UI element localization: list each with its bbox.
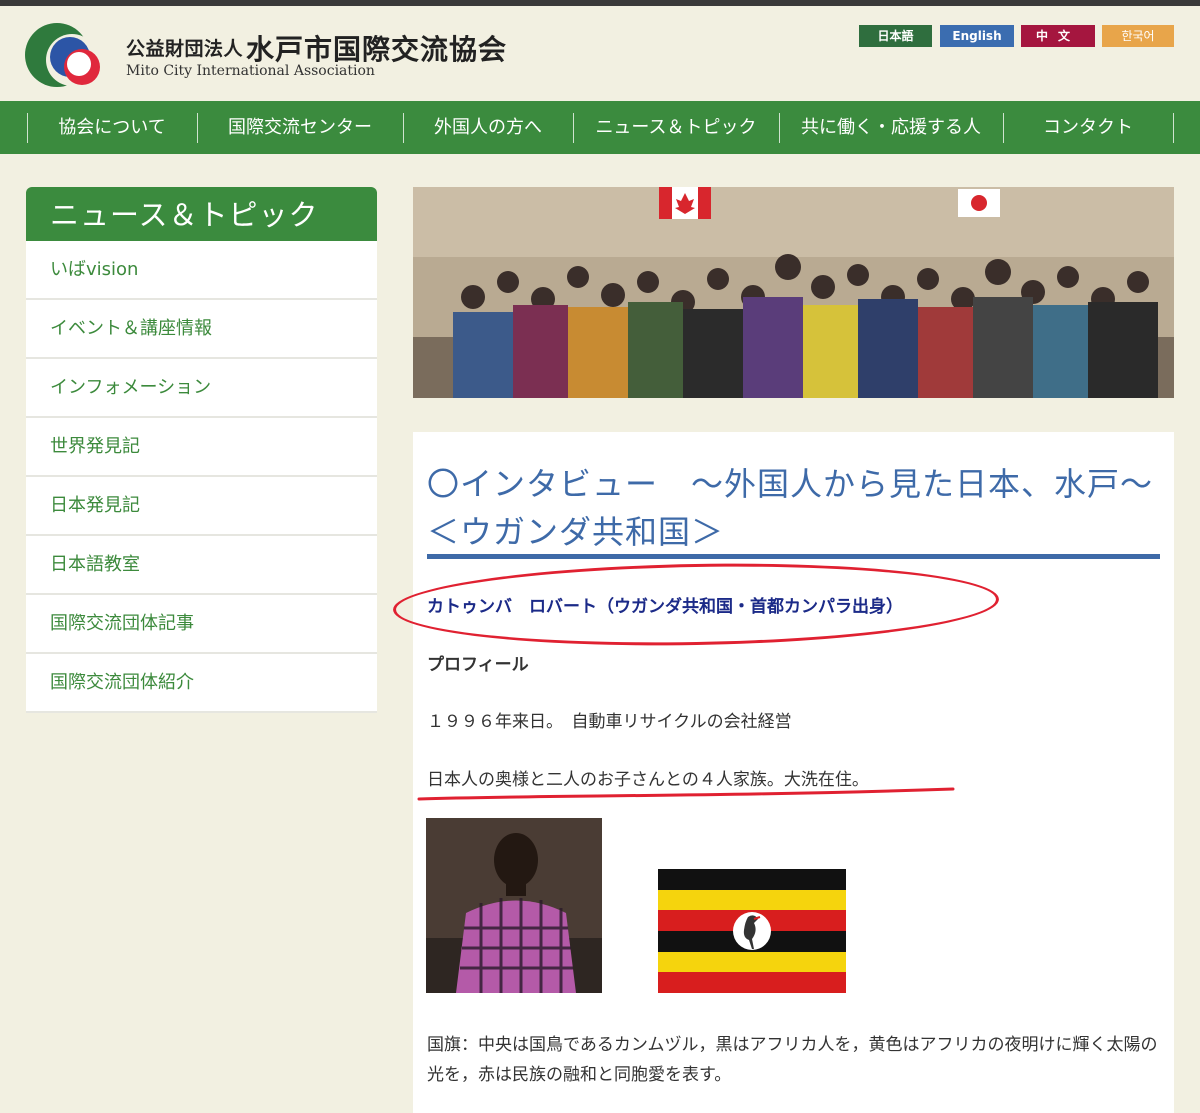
title-underline	[427, 554, 1160, 559]
lang-korean-button[interactable]: 한국어	[1102, 25, 1174, 47]
org-name: 水戸市国際交流協会	[246, 33, 508, 66]
nav-item-center[interactable]: 国際交流センター	[198, 101, 402, 154]
sidebar-item-world-discovery[interactable]: 世界発見記	[26, 418, 377, 477]
nav-item-news[interactable]: ニュース＆トピック	[574, 101, 778, 154]
interviewee-name: カトゥンバ ロバート（ウガンダ共和国・首都カンパラ出身）	[427, 597, 903, 617]
sidebar-item-group-articles[interactable]: 国際交流団体記事	[26, 595, 377, 654]
flag-caption: 国旗：中央は国鳥であるカンムヅル，黒はアフリカ人を，黄色はアフリカの夜明けに輝く…	[427, 1035, 1158, 1085]
uganda-flag-image	[658, 869, 846, 993]
sidebar-heading-label: ニュース＆トピック	[50, 198, 319, 232]
profile-line-arrival: １９９６年来日。 自動車リサイクルの会社経営	[427, 712, 792, 732]
sidebar-item-ibavision[interactable]: いばvision	[26, 241, 377, 300]
article-panel: 〇インタビュー ～外国人から見た日本、水戸～ ＜ウガンダ共和国＞ カトゥンバ ロ…	[392, 432, 1174, 1113]
nav-item-about[interactable]: 協会について	[28, 101, 196, 154]
interviewee-photo	[426, 818, 602, 993]
sidebar-heading: ニュース＆トピック	[26, 187, 377, 241]
nav-item-foreigners[interactable]: 外国人の方へ	[404, 101, 572, 154]
nav-item-contact[interactable]: コンタクト	[1004, 101, 1172, 154]
sidebar-item-information[interactable]: インフォメーション	[26, 359, 377, 418]
sidebar-item-japan-discovery[interactable]: 日本発見記	[26, 477, 377, 536]
lang-english-button[interactable]: English	[940, 25, 1014, 47]
article-title: 〇インタビュー ～外国人から見た日本、水戸～ ＜ウガンダ共和国＞	[427, 465, 1154, 551]
association-logo[interactable]	[24, 22, 104, 88]
lang-japanese-button[interactable]: 日本語	[859, 25, 932, 47]
main-nav: 協会について 国際交流センター 外国人の方へ ニュース＆トピック 共に働く・応援…	[0, 101, 1200, 154]
nav-item-supporters[interactable]: 共に働く・応援する人	[780, 101, 1002, 154]
sidebar-menu: いばvision イベント＆講座情報 インフォメーション 世界発見記 日本発見記…	[26, 241, 377, 713]
profile-heading: プロフィール	[427, 655, 529, 675]
sidebar-item-events[interactable]: イベント＆講座情報	[26, 300, 377, 359]
org-prefix: 公益財団法人	[126, 38, 244, 60]
top-bar	[0, 0, 1200, 6]
nav-separator	[1173, 113, 1174, 143]
banner-photo	[413, 187, 1174, 398]
sidebar-item-group-intro[interactable]: 国際交流団体紹介	[26, 654, 377, 713]
red-annotation-underline	[417, 787, 955, 801]
canada-flag-decoration	[659, 187, 711, 219]
sidebar-item-japanese-class[interactable]: 日本語教室	[26, 536, 377, 595]
org-name-english: Mito City International Association	[126, 63, 375, 79]
lang-chinese-button[interactable]: 中文	[1021, 25, 1095, 47]
